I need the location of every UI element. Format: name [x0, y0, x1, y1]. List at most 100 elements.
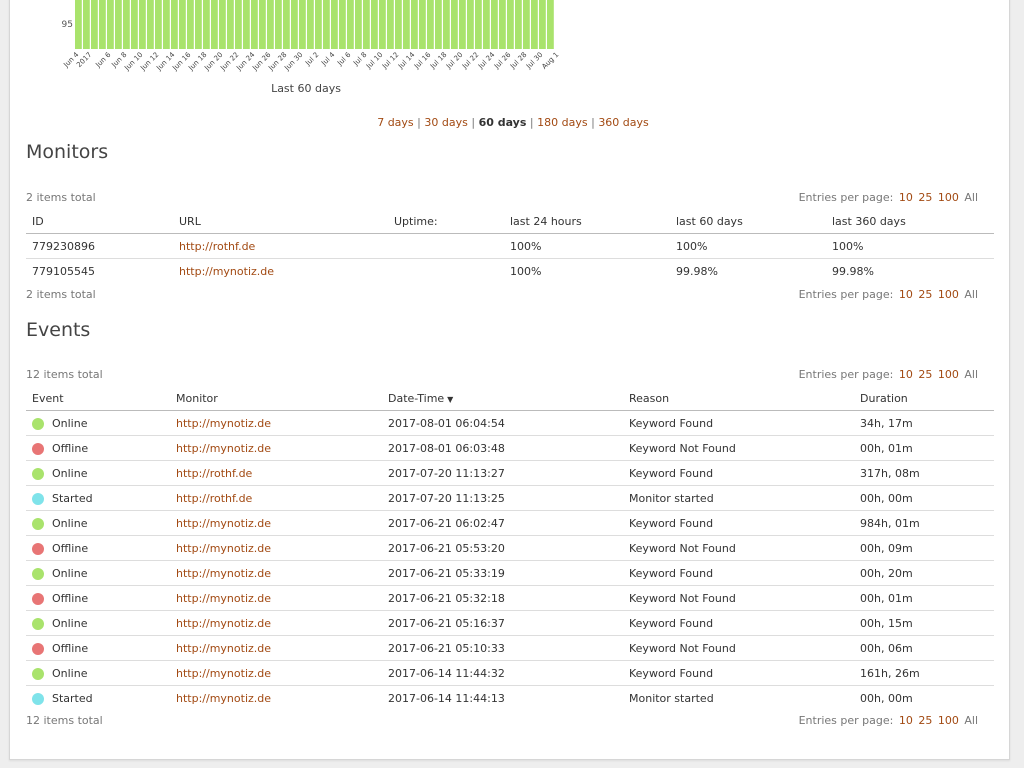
entries-all-link[interactable]: All: [964, 368, 978, 381]
main-panel: 95 Last 60 days Jun 4 2017 Jun 6 Jun 8 Jun 1…: [9, 0, 1010, 760]
status-dot-icon: [32, 617, 44, 630]
event-monitor-link[interactable]: http://rothf.de: [176, 467, 252, 480]
event-status-label: Online: [52, 516, 88, 530]
x-tick-label: Jun 6: [94, 50, 113, 69]
event-monitor-link[interactable]: http://mynotiz.de: [176, 417, 271, 430]
entries-25-link[interactable]: 25: [918, 288, 932, 301]
event-status: Online: [26, 460, 170, 486]
range-180-days[interactable]: 180 days: [537, 116, 587, 129]
chevron-down-icon[interactable]: ▼: [447, 395, 453, 404]
monitor-url-link[interactable]: http://rothf.de: [179, 240, 255, 253]
range-30-days[interactable]: 30 days: [424, 116, 467, 129]
col-date-time[interactable]: Date-Time ▼: [382, 386, 623, 411]
chart-bar: [83, 0, 90, 49]
event-monitor-link[interactable]: http://mynotiz.de: [176, 617, 271, 630]
events-table: Event Monitor Date-Time ▼ Reason Duration…: [26, 386, 994, 710]
chart-bar: [483, 0, 490, 49]
col-duration: Duration: [854, 386, 994, 411]
event-duration: 00h, 15m: [854, 610, 994, 636]
entries-label: Entries per page:: [798, 368, 894, 381]
chart-bar: [435, 0, 442, 49]
chart-bar: [195, 0, 202, 49]
event-duration: 00h, 06m: [854, 635, 994, 661]
entries-100-link[interactable]: 100: [938, 288, 959, 301]
chart-bar: [427, 0, 434, 49]
event-datetime: 2017-06-14 11:44:13: [388, 691, 505, 705]
event-monitor-link[interactable]: http://mynotiz.de: [176, 692, 271, 705]
event-monitor-link[interactable]: http://mynotiz.de: [176, 517, 271, 530]
table-row: Online http://rothf.de 2017-07-20 11:13:27…: [26, 460, 994, 486]
event-monitor-link[interactable]: http://mynotiz.de: [176, 667, 271, 680]
event-reason: Keyword Not Found: [623, 585, 854, 611]
entries-100-link[interactable]: 100: [938, 368, 959, 381]
chart-bar: [291, 0, 298, 49]
chart-bar: [323, 0, 330, 49]
event-duration: 317h, 08m: [854, 460, 994, 486]
event-reason: Keyword Not Found: [623, 535, 854, 561]
entries-25-link[interactable]: 25: [918, 714, 932, 727]
chart-bar: [403, 0, 410, 49]
chart-bar: [475, 0, 482, 49]
entries-100-link[interactable]: 100: [938, 714, 959, 727]
chart-bar: [315, 0, 322, 49]
chart-bar: [139, 0, 146, 49]
chart-bar: [251, 0, 258, 49]
chart-bar: [331, 0, 338, 49]
event-status: Offline: [26, 585, 170, 611]
status-dot-icon: [32, 442, 44, 455]
entries-25-link[interactable]: 25: [918, 368, 932, 381]
x-tick-label: Jul 24: [476, 50, 497, 71]
event-reason: Monitor started: [629, 691, 714, 705]
status-dot-icon: [32, 567, 44, 580]
chart-bar: [235, 0, 242, 49]
monitor-60d: 100%: [670, 233, 826, 259]
chart-bar: [507, 0, 514, 49]
event-reason: Monitor started: [623, 485, 854, 511]
range-60-days[interactable]: 60 days: [479, 116, 527, 129]
chart-bar: [307, 0, 314, 49]
range-separator: |: [529, 116, 534, 129]
event-status: Online: [26, 610, 170, 636]
event-status: Started: [26, 485, 170, 511]
event-monitor-link[interactable]: http://mynotiz.de: [176, 642, 271, 655]
range-selector: 7 days | 30 days | 60 days | 180 days | …: [10, 116, 1016, 129]
events-heading: Events: [26, 319, 91, 341]
event-monitor-link[interactable]: http://mynotiz.de: [176, 542, 271, 555]
entries-10-link[interactable]: 10: [899, 368, 913, 381]
entries-10-link[interactable]: 10: [899, 288, 913, 301]
event-monitor-link[interactable]: http://mynotiz.de: [176, 567, 271, 580]
event-duration: 00h, 01m: [854, 585, 994, 611]
range-360-days[interactable]: 360 days: [598, 116, 648, 129]
table-row: Offline http://mynotiz.de 2017-06-21 05:32…: [26, 585, 994, 611]
event-status: Offline: [26, 435, 170, 461]
entries-all-link[interactable]: All: [964, 714, 978, 727]
entries-100-link[interactable]: 100: [938, 191, 959, 204]
x-tick-label: Jul 10: [364, 51, 384, 71]
col-date-time-label[interactable]: Date-Time: [388, 392, 444, 405]
chart-bar: [115, 0, 122, 49]
x-tick-label: Jul 18: [428, 51, 448, 71]
event-monitor-link[interactable]: http://mynotiz.de: [176, 442, 271, 455]
chart-bar: [387, 0, 394, 49]
event-monitor-link[interactable]: http://mynotiz.de: [176, 592, 271, 605]
events-items-total-top: 12 items total: [26, 368, 103, 381]
y-tick-label: 95: [62, 20, 73, 30]
chart-bar: [219, 0, 226, 49]
chart-bar: [547, 0, 554, 49]
event-reason: Keyword Found: [623, 560, 854, 586]
x-tick-label: Jul 22: [460, 51, 480, 71]
event-reason: Keyword Found: [623, 610, 854, 636]
entries-10-link[interactable]: 10: [899, 191, 913, 204]
entries-25-link[interactable]: 25: [918, 191, 932, 204]
chart-bar: [243, 0, 250, 49]
entries-all-link[interactable]: All: [964, 191, 978, 204]
range-7-days[interactable]: 7 days: [377, 116, 413, 129]
monitor-url-link[interactable]: http://mynotiz.de: [179, 265, 274, 278]
status-dot-icon: [32, 542, 44, 555]
chart-bar: [91, 0, 98, 49]
event-status: Online: [26, 560, 170, 586]
entries-10-link[interactable]: 10: [899, 714, 913, 727]
event-monitor-link[interactable]: http://rothf.de: [176, 492, 252, 505]
x-tick-label: 2017: [75, 51, 93, 69]
entries-all-link[interactable]: All: [964, 288, 978, 301]
